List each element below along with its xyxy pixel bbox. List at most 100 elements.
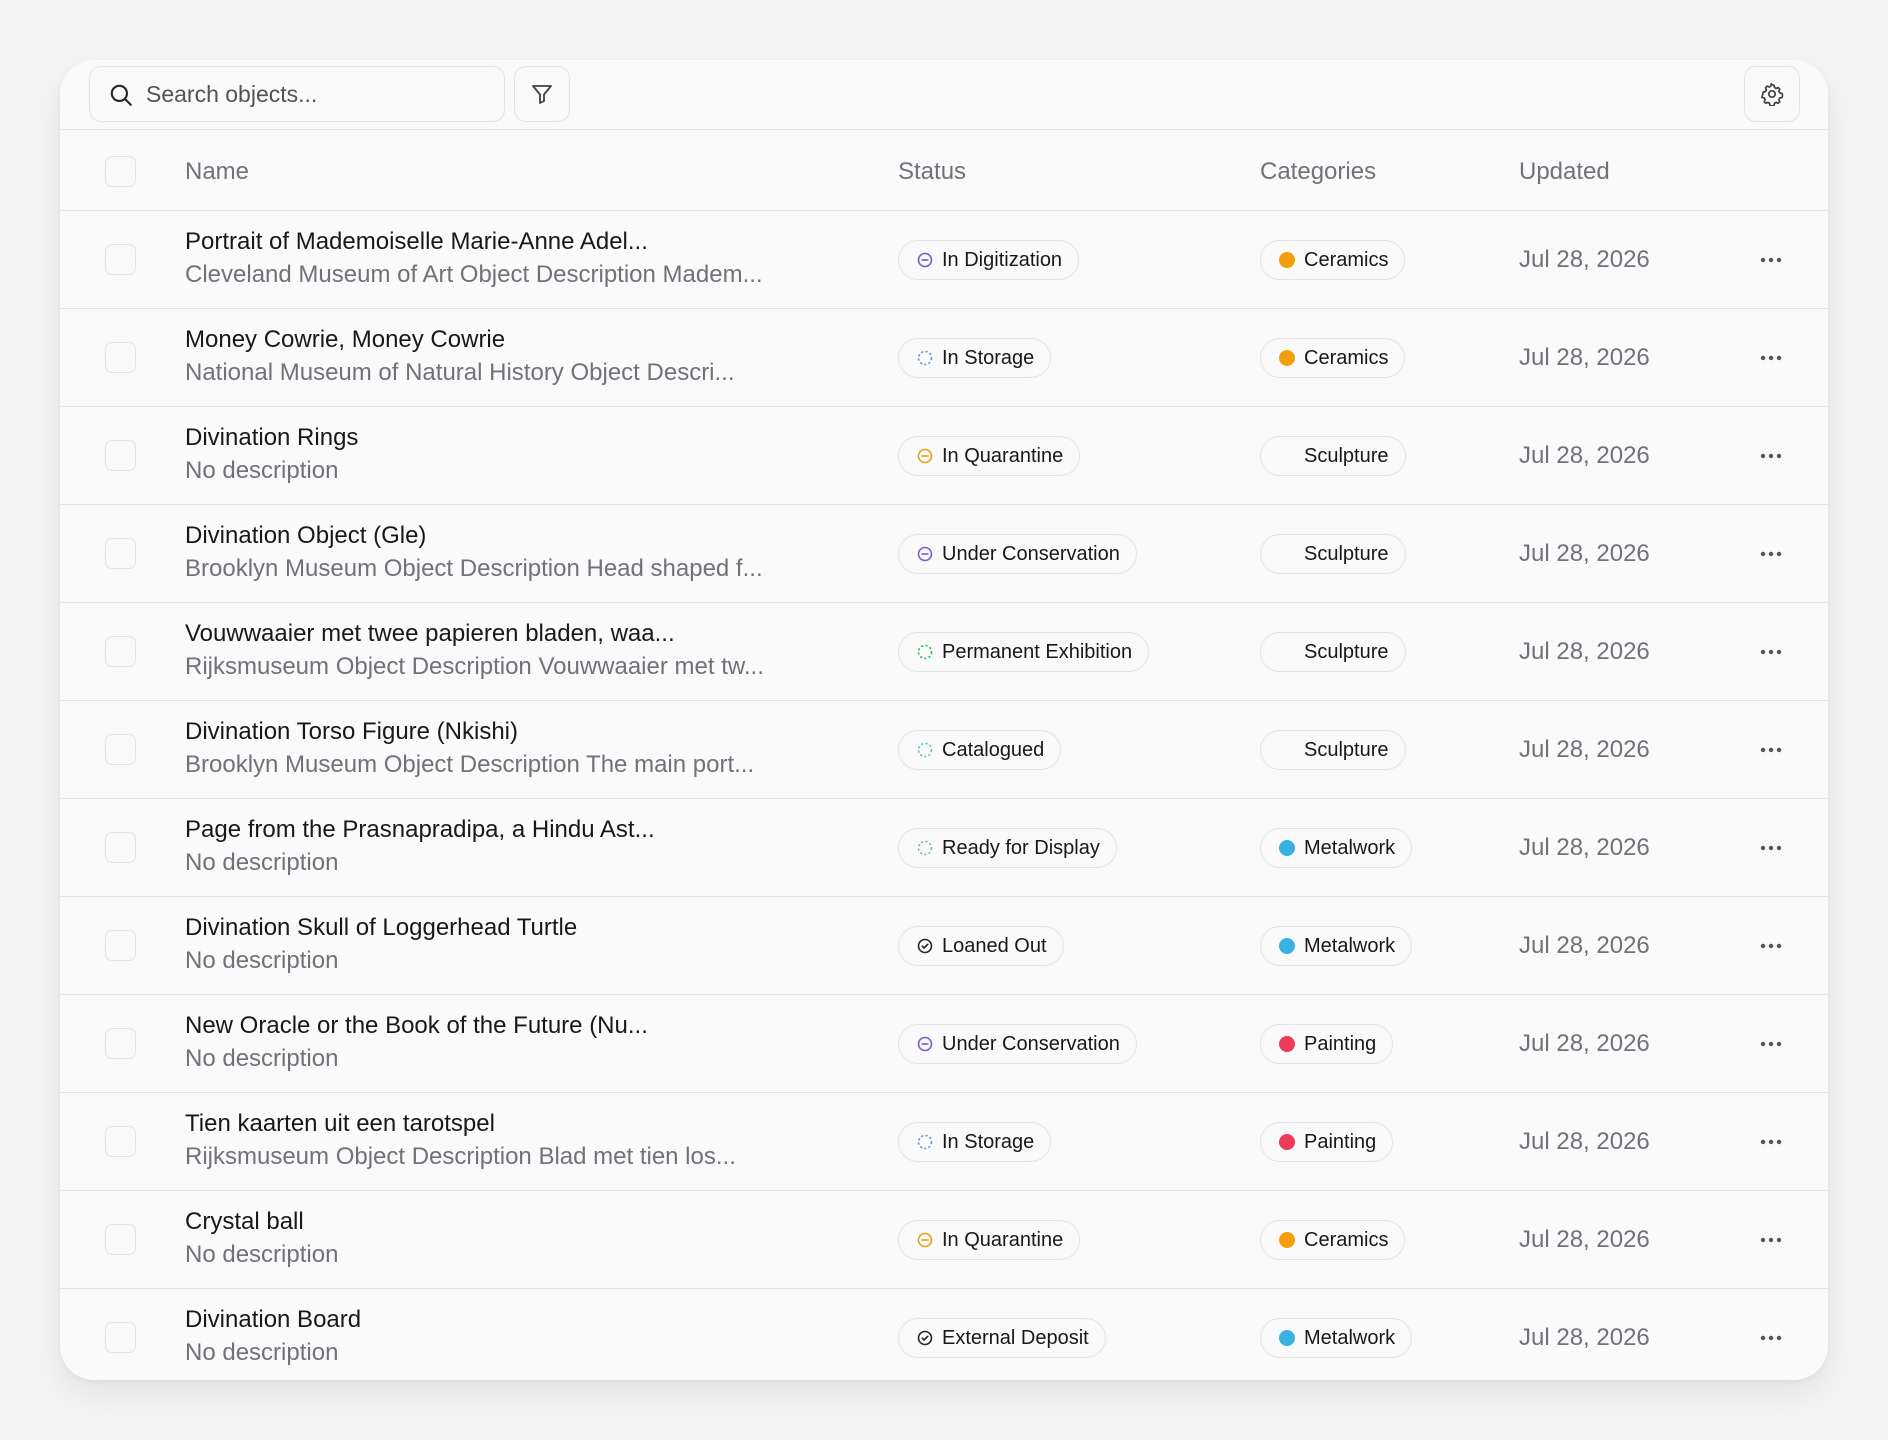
table-row[interactable]: Tien kaarten uit een tarotspel Rijksmuse… — [60, 1093, 1828, 1191]
gear-icon — [1761, 82, 1784, 106]
row-actions-button[interactable] — [1756, 833, 1786, 863]
object-name[interactable]: Divination Torso Figure (Nkishi) — [185, 718, 518, 746]
table-header: Name Status Categories Updated — [60, 130, 1828, 211]
row-checkbox[interactable] — [105, 734, 136, 765]
status-badge: In Storage — [898, 338, 1052, 378]
object-description: No description — [185, 849, 339, 876]
table-row[interactable]: Vouwwaaier met twee papieren bladen, waa… — [60, 603, 1828, 701]
category-dot-icon — [1279, 1330, 1295, 1346]
category-label: Metalwork — [1304, 836, 1396, 859]
object-name[interactable]: Money Cowrie, Money Cowrie — [185, 326, 505, 354]
table-row[interactable]: Divination Skull of Loggerhead Turtle No… — [60, 897, 1828, 995]
more-horizontal-icon — [1760, 943, 1782, 949]
category-dot-icon — [1279, 350, 1295, 366]
select-all-checkbox[interactable] — [105, 156, 136, 187]
object-description: Rijksmuseum Object Description Vouwwaaie… — [185, 653, 764, 680]
status-badge: Loaned Out — [898, 926, 1064, 966]
row-checkbox[interactable] — [105, 930, 136, 961]
table-row[interactable]: Divination Rings No description In Quara… — [60, 407, 1828, 505]
row-actions-button[interactable] — [1756, 441, 1786, 471]
search-icon — [110, 84, 132, 106]
more-horizontal-icon — [1760, 1041, 1782, 1047]
category-badge: Sculpture — [1260, 436, 1406, 476]
settings-button[interactable] — [1744, 66, 1800, 122]
category-badge: Sculpture — [1260, 730, 1406, 770]
toolbar — [60, 60, 1828, 130]
status-icon — [917, 252, 942, 268]
object-name[interactable]: New Oracle or the Book of the Future (Nu… — [185, 1012, 648, 1040]
table-row[interactable]: Portrait of Mademoiselle Marie-Anne Adel… — [60, 211, 1828, 309]
table-row[interactable]: Divination Board No description External… — [60, 1289, 1828, 1380]
row-checkbox[interactable] — [105, 1224, 136, 1255]
column-header-name[interactable]: Name — [185, 158, 249, 186]
search-input[interactable] — [146, 67, 496, 121]
category-label: Sculpture — [1304, 444, 1389, 467]
row-checkbox[interactable] — [105, 1126, 136, 1157]
object-name[interactable]: Crystal ball — [185, 1208, 304, 1236]
table-row[interactable]: Divination Torso Figure (Nkishi) Brookly… — [60, 701, 1828, 799]
more-horizontal-icon — [1760, 551, 1782, 557]
updated-date: Jul 28, 2026 — [1519, 1128, 1650, 1155]
row-checkbox[interactable] — [105, 538, 136, 569]
row-checkbox[interactable] — [105, 832, 136, 863]
column-header-categories[interactable]: Categories — [1260, 158, 1376, 186]
category-badge: Sculpture — [1260, 534, 1406, 574]
status-badge: Permanent Exhibition — [898, 632, 1150, 672]
object-name[interactable]: Divination Skull of Loggerhead Turtle — [185, 914, 577, 942]
status-icon — [917, 546, 942, 562]
category-label: Sculpture — [1304, 640, 1389, 663]
object-name[interactable]: Divination Board — [185, 1306, 361, 1334]
search-box[interactable] — [89, 66, 505, 122]
row-actions-button[interactable] — [1756, 1323, 1786, 1353]
filter-button[interactable] — [514, 66, 570, 122]
status-icon — [917, 1330, 942, 1346]
row-actions-button[interactable] — [1756, 1029, 1786, 1059]
updated-date: Jul 28, 2026 — [1519, 442, 1650, 469]
object-name[interactable]: Portrait of Mademoiselle Marie-Anne Adel… — [185, 228, 648, 256]
row-checkbox[interactable] — [105, 440, 136, 471]
row-actions-button[interactable] — [1756, 1127, 1786, 1157]
status-label: In Digitization — [942, 248, 1063, 271]
object-name[interactable]: Page from the Prasnapradipa, a Hindu Ast… — [185, 816, 655, 844]
category-badge: Ceramics — [1260, 240, 1406, 280]
table-row[interactable]: Money Cowrie, Money Cowrie National Muse… — [60, 309, 1828, 407]
object-name[interactable]: Tien kaarten uit een tarotspel — [185, 1110, 495, 1138]
row-checkbox[interactable] — [105, 342, 136, 373]
status-badge: In Storage — [898, 1122, 1052, 1162]
row-actions-button[interactable] — [1756, 1225, 1786, 1255]
table-row[interactable]: Crystal ball No description In Quarantin… — [60, 1191, 1828, 1289]
status-label: Permanent Exhibition — [942, 640, 1133, 663]
table-row[interactable]: Page from the Prasnapradipa, a Hindu Ast… — [60, 799, 1828, 897]
status-badge: Catalogued — [898, 730, 1062, 770]
status-icon — [917, 938, 942, 954]
updated-date: Jul 28, 2026 — [1519, 1030, 1650, 1057]
category-dot-icon — [1279, 252, 1295, 268]
row-checkbox[interactable] — [105, 636, 136, 667]
row-actions-button[interactable] — [1756, 343, 1786, 373]
row-actions-button[interactable] — [1756, 637, 1786, 667]
category-label: Metalwork — [1304, 934, 1396, 957]
column-header-status[interactable]: Status — [898, 158, 966, 186]
object-description: No description — [185, 947, 339, 974]
object-name[interactable]: Divination Object (Gle) — [185, 522, 426, 550]
category-label: Ceramics — [1304, 1228, 1389, 1251]
updated-date: Jul 28, 2026 — [1519, 344, 1650, 371]
object-name[interactable]: Divination Rings — [185, 424, 358, 452]
category-dot-icon — [1279, 742, 1295, 758]
row-checkbox[interactable] — [105, 1028, 136, 1059]
object-description: Cleveland Museum of Art Object Descripti… — [185, 261, 763, 288]
row-checkbox[interactable] — [105, 1322, 136, 1353]
category-badge: Metalwork — [1260, 1318, 1413, 1358]
row-actions-button[interactable] — [1756, 931, 1786, 961]
table-row[interactable]: New Oracle or the Book of the Future (Nu… — [60, 995, 1828, 1093]
status-label: Under Conservation — [942, 1032, 1120, 1055]
status-label: External Deposit — [942, 1326, 1089, 1349]
column-header-updated[interactable]: Updated — [1519, 158, 1610, 186]
object-name[interactable]: Vouwwaaier met twee papieren bladen, waa… — [185, 620, 675, 648]
row-actions-button[interactable] — [1756, 245, 1786, 275]
table-row[interactable]: Divination Object (Gle) Brooklyn Museum … — [60, 505, 1828, 603]
status-icon — [917, 448, 942, 464]
row-checkbox[interactable] — [105, 244, 136, 275]
row-actions-button[interactable] — [1756, 539, 1786, 569]
row-actions-button[interactable] — [1756, 735, 1786, 765]
